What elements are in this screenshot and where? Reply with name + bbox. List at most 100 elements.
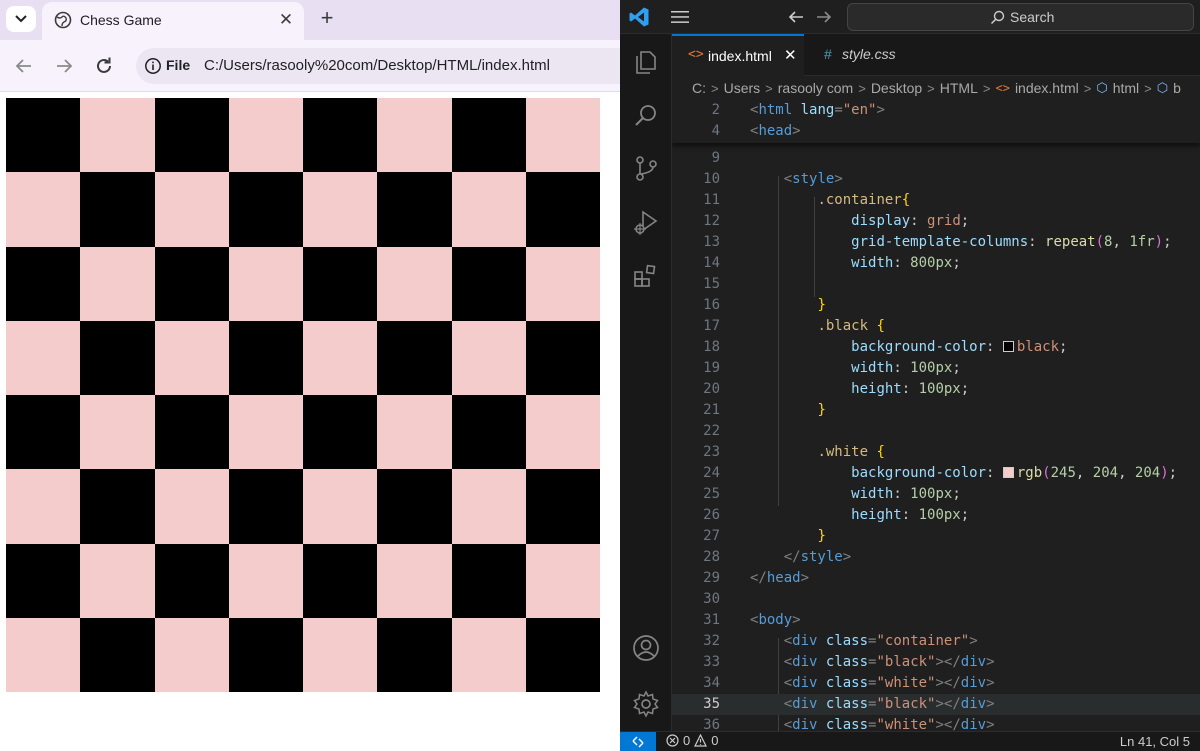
problems-indicator[interactable]: 0 0 [666, 733, 718, 748]
explorer-files-icon[interactable] [632, 48, 660, 76]
tab-index-html[interactable]: <> index.html ✕ [672, 34, 804, 76]
breadcrumb-item[interactable]: index.html [1015, 80, 1079, 96]
source-control-icon[interactable] [632, 154, 660, 182]
code-line: 9 [711, 150, 720, 166]
board-square-white [154, 320, 229, 395]
search-icon [990, 10, 1005, 24]
code-line: 12 display: grid; [703, 213, 970, 229]
back-arrow-icon[interactable] [12, 54, 36, 78]
code-line: 4 <head> [711, 123, 801, 139]
board-square-white [6, 617, 81, 692]
remote-indicator-button[interactable] [620, 732, 656, 751]
file-scheme-chip: File [166, 57, 191, 73]
code-line: 22 [703, 423, 720, 439]
breadcrumb-item[interactable]: rasooly com [778, 80, 853, 96]
browser-tab-active[interactable]: Chess Game ✕ [42, 2, 304, 40]
css-file-icon: # [824, 46, 832, 62]
board-square-white [377, 543, 452, 618]
board-square-black [451, 395, 526, 470]
warning-count: 0 [711, 733, 719, 748]
board-square-black [228, 617, 303, 692]
code-line: 18 background-color: black; [703, 339, 1068, 355]
board-square-white [80, 395, 155, 470]
breadcrumb-item[interactable]: Users [724, 80, 761, 96]
breadcrumb-item[interactable]: HTML [940, 80, 978, 96]
address-bar[interactable]: File C:/Users/rasooly%20com/Desktop/HTML… [136, 48, 620, 84]
code-line: 36 <div class="white"></div> [703, 717, 995, 731]
board-square-white [451, 320, 526, 395]
cursor-position[interactable]: Ln 41, Col 5 [1120, 734, 1190, 749]
extensions-icon[interactable] [632, 262, 660, 290]
tab-search-button[interactable] [6, 6, 36, 32]
chevron-right-icon: > [858, 80, 866, 96]
board-square-black [525, 320, 600, 395]
command-center-search[interactable]: Search [847, 3, 1194, 31]
board-square-black [451, 543, 526, 618]
forward-arrow-icon[interactable] [814, 7, 834, 27]
board-square-black [80, 469, 155, 544]
breadcrumb-item[interactable]: C: [692, 80, 706, 96]
run-debug-icon[interactable] [632, 208, 660, 236]
new-tab-button[interactable]: + [314, 6, 340, 32]
code-line: 20 height: 100px; [703, 381, 970, 397]
board-square-white [303, 172, 378, 247]
html-file-icon: <> [688, 47, 704, 62]
board-square-white [6, 172, 81, 247]
code-line: 15 [703, 276, 720, 292]
board-square-black [228, 320, 303, 395]
vscode-title-bar: Search [620, 0, 1200, 34]
tab-title: Chess Game [80, 12, 162, 28]
color-swatch-icon[interactable] [1002, 467, 1014, 478]
code-editor[interactable]: 2 <html lang="en"> 4 <head> 9 10 <style> 1… [672, 98, 1200, 731]
board-square-white [6, 320, 81, 395]
breadcrumb: C: > Users > rasooly com > Desktop > HTM… [672, 76, 1200, 100]
forward-arrow-icon[interactable] [52, 54, 76, 78]
account-icon[interactable] [632, 634, 660, 662]
board-square-white [451, 617, 526, 692]
search-icon[interactable] [632, 102, 660, 130]
code-line: 16 } [703, 297, 826, 313]
code-line: 33 <div class="black"></div> [703, 654, 995, 670]
board-square-black [303, 543, 378, 618]
code-line: 29 </head> [703, 570, 810, 586]
chevron-right-icon: > [1144, 80, 1152, 96]
board-square-black [451, 246, 526, 321]
reload-icon[interactable] [92, 54, 116, 78]
tab-label: index.html [708, 48, 772, 64]
url-text[interactable]: C:/Users/rasooly%20com/Desktop/HTML/inde… [204, 57, 550, 74]
code-line: 27 } [703, 528, 826, 544]
settings-gear-icon[interactable] [632, 690, 660, 718]
code-line: 31 <body> [703, 612, 801, 628]
chevron-right-icon: > [982, 80, 991, 96]
board-square-black [525, 617, 600, 692]
board-square-white [154, 617, 229, 692]
info-icon[interactable] [144, 57, 162, 75]
board-square-white [303, 469, 378, 544]
tab-style-css[interactable]: # style.css [804, 34, 944, 76]
chevron-right-icon: > [765, 80, 773, 96]
sticky-scroll-header[interactable]: 2 <html lang="en"> 4 <head> [672, 98, 1200, 143]
chess-board [6, 98, 600, 692]
code-line: 32 <div class="container"> [703, 633, 978, 649]
code-line: 30 [703, 591, 720, 607]
globe-icon [54, 11, 72, 29]
board-square-white [228, 395, 303, 470]
close-tab-icon[interactable]: ✕ [276, 10, 296, 30]
breadcrumb-item[interactable]: Desktop [871, 80, 922, 96]
html-file-icon: <> [995, 81, 1010, 95]
menu-icon[interactable] [670, 9, 690, 25]
code-line: 14 width: 800px; [703, 255, 961, 271]
board-square-black [377, 320, 452, 395]
breadcrumb-item[interactable]: b [1173, 80, 1181, 96]
board-square-black [377, 172, 452, 247]
breadcrumb-item[interactable]: html [1113, 80, 1139, 96]
back-arrow-icon[interactable] [786, 7, 806, 27]
board-square-white [228, 543, 303, 618]
close-icon[interactable]: ✕ [784, 46, 797, 64]
board-square-black [451, 98, 526, 173]
chevron-right-icon: > [711, 80, 719, 96]
code-line: 2 <html lang="en"> [711, 102, 885, 118]
board-square-white [80, 98, 155, 173]
color-swatch-icon[interactable] [1002, 341, 1014, 352]
board-square-white [377, 395, 452, 470]
